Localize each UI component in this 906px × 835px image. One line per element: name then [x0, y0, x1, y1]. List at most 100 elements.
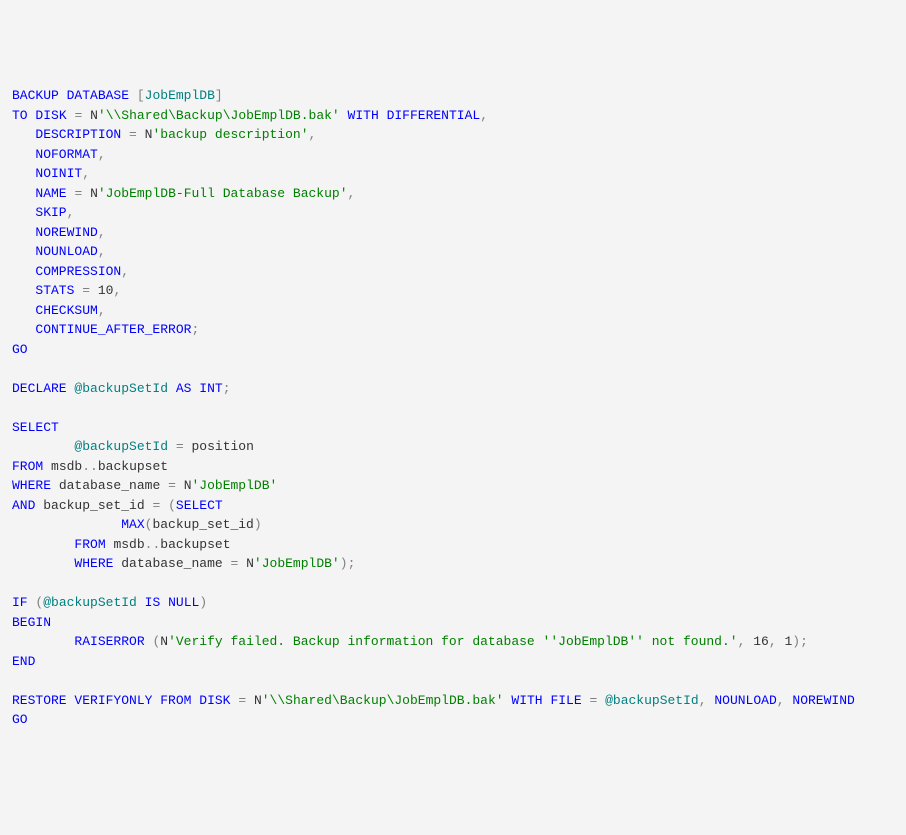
keyword-nounload: NOUNLOAD	[714, 693, 776, 708]
variable: @backupSetId	[74, 439, 168, 454]
keyword-verifyonly: VERIFYONLY	[74, 693, 152, 708]
eq: =	[74, 186, 82, 201]
keyword-with: WITH	[511, 693, 542, 708]
indent	[12, 439, 74, 454]
keyword-continue-after-error: CONTINUE_AFTER_ERROR	[35, 322, 191, 337]
keyword-select: SELECT	[176, 498, 223, 513]
n-prefix: N	[184, 478, 192, 493]
number-literal: 16	[753, 634, 769, 649]
paren: )	[254, 517, 262, 532]
indent	[12, 556, 74, 571]
keyword-checksum: CHECKSUM	[35, 303, 97, 318]
keyword-noformat: NOFORMAT	[35, 147, 97, 162]
keyword-select: SELECT	[12, 420, 59, 435]
keyword-where: WHERE	[12, 478, 51, 493]
keyword-norewind: NOREWIND	[792, 693, 854, 708]
column-name: database_name	[59, 478, 160, 493]
db-name: JobEmplDB	[145, 88, 215, 103]
keyword-go: GO	[12, 342, 28, 357]
indent	[12, 517, 121, 532]
string-literal: 'JobEmplDB'	[254, 556, 340, 571]
bracket: ]	[215, 88, 223, 103]
table-name: backupset	[160, 537, 230, 552]
variable: @backupSetId	[605, 693, 699, 708]
comma: ,	[98, 244, 106, 259]
string-literal: '\\Shared\Backup\JobEmplDB.bak'	[98, 108, 340, 123]
indent	[12, 634, 74, 649]
string-literal: 'backup description'	[152, 127, 308, 142]
comma: ,	[113, 283, 121, 298]
paren: )	[199, 595, 207, 610]
keyword-file: FILE	[550, 693, 581, 708]
column-name: database_name	[121, 556, 222, 571]
eq: =	[230, 556, 238, 571]
semicolon: ;	[223, 381, 231, 396]
keyword-stats: STATS	[35, 283, 74, 298]
indent	[12, 186, 35, 201]
keyword-and: AND	[12, 498, 35, 513]
indent	[12, 537, 74, 552]
string-literal: 'JobEmplDB-Full Database Backup'	[98, 186, 348, 201]
schema-name: msdb	[51, 459, 82, 474]
comma: ,	[82, 166, 90, 181]
keyword-raiserror: RAISERROR	[74, 634, 144, 649]
comma: ,	[777, 693, 785, 708]
indent	[12, 244, 35, 259]
keyword-nounload: NOUNLOAD	[35, 244, 97, 259]
paren: )	[792, 634, 800, 649]
string-literal: '\\Shared\Backup\JobEmplDB.bak'	[262, 693, 504, 708]
keyword-is: IS	[145, 595, 161, 610]
comma: ,	[769, 634, 777, 649]
keyword-differential: DIFFERENTIAL	[387, 108, 481, 123]
number-literal: 10	[98, 283, 114, 298]
comma: ,	[738, 634, 746, 649]
keyword-restore: RESTORE	[12, 693, 67, 708]
dots: ..	[82, 459, 98, 474]
dots: ..	[145, 537, 161, 552]
keyword-where: WHERE	[74, 556, 113, 571]
string-literal: 'Verify failed. Backup information for d…	[168, 634, 738, 649]
comma: ,	[309, 127, 317, 142]
comma: ,	[67, 205, 75, 220]
indent	[12, 225, 35, 240]
eq: =	[589, 693, 597, 708]
eq: =	[238, 693, 246, 708]
comma: ,	[348, 186, 356, 201]
column-name: backup_set_id	[43, 498, 144, 513]
eq: =	[82, 283, 90, 298]
comma: ,	[98, 225, 106, 240]
variable: @backupSetId	[74, 381, 168, 396]
keyword-null: NULL	[168, 595, 199, 610]
indent	[12, 127, 35, 142]
eq: =	[129, 127, 137, 142]
keyword-skip: SKIP	[35, 205, 66, 220]
table-name: backupset	[98, 459, 168, 474]
column-name: backup_set_id	[152, 517, 253, 532]
keyword-database: DATABASE	[67, 88, 129, 103]
keyword-disk: DISK	[35, 108, 66, 123]
keyword-end: END	[12, 654, 35, 669]
keyword-from: FROM	[160, 693, 191, 708]
sql-code-block: BACKUP DATABASE [JobEmplDB] TO DISK = N'…	[12, 86, 894, 730]
eq: =	[152, 498, 160, 513]
indent	[12, 283, 35, 298]
keyword-begin: BEGIN	[12, 615, 51, 630]
eq: =	[176, 439, 184, 454]
n-prefix: N	[90, 186, 98, 201]
semicolon: ;	[191, 322, 199, 337]
keyword-compression: COMPRESSION	[35, 264, 121, 279]
string-literal: 'JobEmplDB'	[192, 478, 278, 493]
keyword-description: DESCRIPTION	[35, 127, 121, 142]
comma: ,	[121, 264, 129, 279]
function-max: MAX	[121, 517, 144, 532]
keyword-as: AS	[176, 381, 192, 396]
keyword-from: FROM	[74, 537, 105, 552]
keyword-from: FROM	[12, 459, 43, 474]
n-prefix: N	[90, 108, 98, 123]
keyword-if: IF	[12, 595, 28, 610]
indent	[12, 205, 35, 220]
comma: ,	[699, 693, 707, 708]
keyword-name: NAME	[35, 186, 66, 201]
keyword-to: TO	[12, 108, 28, 123]
column-name: position	[191, 439, 253, 454]
